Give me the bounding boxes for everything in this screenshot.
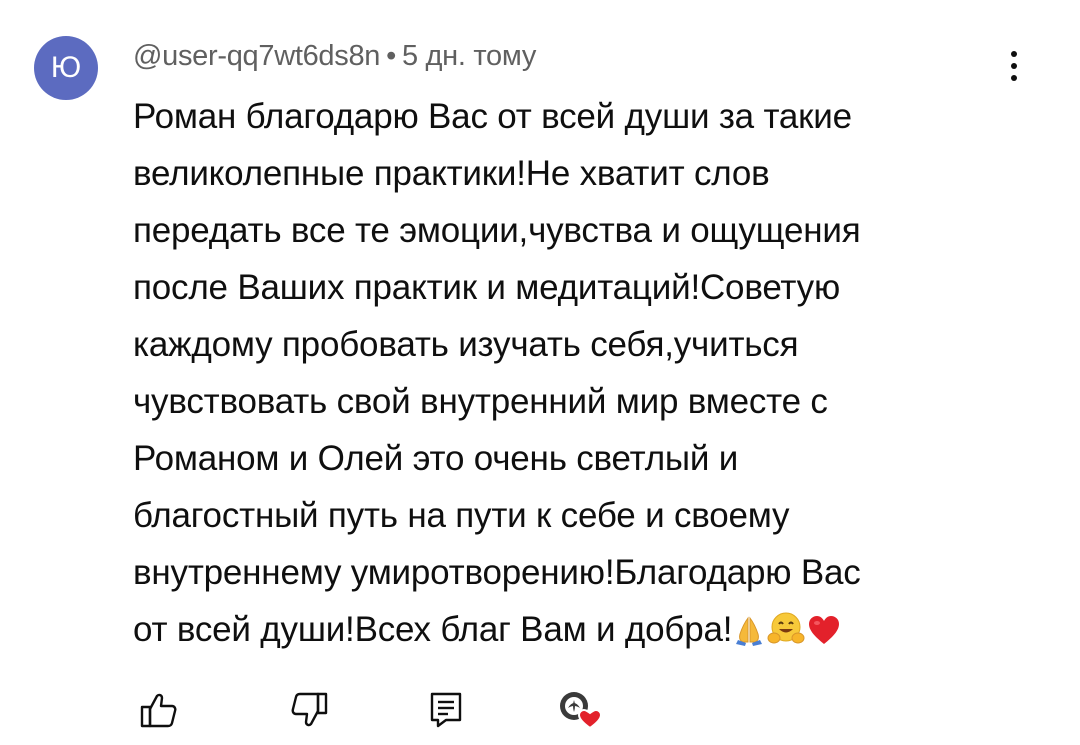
reply-comment-icon: [424, 688, 468, 737]
comment-line: каждому пробовать изучать себя,учиться: [133, 325, 799, 364]
avatar-initial: Ю: [50, 51, 82, 84]
comment-line: от всей души!Всех благ Вам и добра!: [133, 610, 733, 649]
comment-line: внутреннему умиротворению!Благодарю Вас: [133, 553, 861, 592]
hugging-face-icon: [766, 607, 806, 664]
more-vertical-icon-dot: [1011, 75, 1017, 81]
more-vertical-icon-dot: [1011, 51, 1017, 57]
reply-button[interactable]: [418, 684, 474, 740]
comment-timestamp[interactable]: 5 дн. тому: [402, 40, 536, 72]
comment-line: чувствовать свой внутренний мир вместе с: [133, 382, 828, 421]
more-options-button[interactable]: [996, 46, 1032, 86]
thumbs-down-icon: [288, 688, 332, 737]
comment-line: Романом и Олей это очень светлый и: [133, 439, 739, 478]
comment-line: великолепные практики!Не хватит слов: [133, 154, 770, 193]
red-heart-icon: [806, 607, 842, 664]
comment-last-line: от всей души!Всех благ Вам и добра!: [133, 601, 1003, 664]
thumbs-up-icon: [136, 688, 180, 737]
dislike-button[interactable]: [282, 684, 338, 740]
creator-heart-badge: [552, 684, 608, 740]
creator-heart-icon: [550, 682, 610, 743]
comment-line: Роман благодарю Вас от всей души за таки…: [133, 97, 852, 136]
more-vertical-icon-dot: [1011, 63, 1017, 69]
comment-line: передать все те эмоции,чувства и ощущени…: [133, 211, 861, 250]
comment-actions: [0, 684, 1080, 744]
comment-line: после Ваших практик и медитаций!Советую: [133, 268, 840, 307]
comment-line: благостный путь на пути к себе и своему: [133, 496, 790, 535]
folded-hands-icon: [732, 607, 766, 664]
comment-text: Роман благодарю Вас от всей души за таки…: [133, 88, 1003, 664]
comment-header: @user-qq7wt6ds8n • 5 дн. тому: [133, 40, 536, 73]
like-button[interactable]: [130, 684, 186, 740]
author-handle[interactable]: @user-qq7wt6ds8n: [133, 40, 380, 72]
meta-separator: •: [386, 40, 396, 72]
avatar[interactable]: Ю: [34, 36, 98, 100]
